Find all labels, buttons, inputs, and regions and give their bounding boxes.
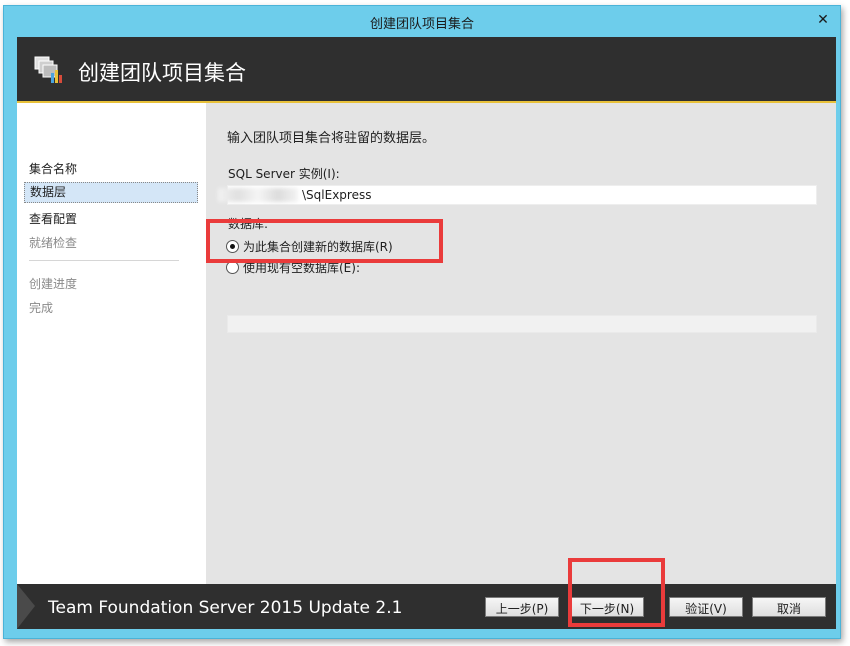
annotation-highlight-next: [568, 558, 665, 627]
dialog-window: 创建团队项目集合 ✕ 创建团队项目集合 集合名称 数据层 查看配置 就绪检查 创…: [3, 5, 841, 639]
close-icon: ✕: [817, 12, 829, 28]
nav-step-data-tier[interactable]: 数据层: [24, 182, 198, 203]
nav-step-progress: 创建进度: [29, 277, 78, 291]
collection-icon: [34, 56, 62, 83]
annotation-highlight-radio: [206, 219, 443, 263]
redacted-hostname: [218, 188, 298, 202]
verify-button[interactable]: 验证(V): [669, 597, 743, 617]
previous-button[interactable]: 上一步(P): [485, 597, 559, 617]
footer-arrow-icon: [17, 584, 35, 629]
close-button[interactable]: ✕: [810, 10, 836, 30]
nav-step-complete: 完成: [29, 301, 54, 315]
cancel-button[interactable]: 取消: [752, 597, 826, 617]
content-pane: 输入团队项目集合将驻留的数据层。 SQL Server 实例(I): \SqlE…: [206, 103, 836, 584]
dialog-footer: Team Foundation Server 2015 Update 2.1 上…: [17, 584, 836, 629]
page-heading: 输入团队项目集合将驻留的数据层。: [227, 131, 436, 146]
dialog-client: 创建团队项目集合 集合名称 数据层 查看配置 就绪检查 创建进度 完成 输入团队…: [17, 37, 836, 629]
nav-step-readiness: 就绪检查: [29, 236, 78, 250]
header-title: 创建团队项目集合: [78, 61, 246, 85]
dialog-header: 创建团队项目集合: [17, 37, 836, 103]
sql-instance-input[interactable]: \SqlExpress: [218, 185, 817, 205]
wizard-steps-nav: 集合名称 数据层 查看配置 就绪检查 创建进度 完成: [17, 103, 206, 584]
title-bar[interactable]: 创建团队项目集合 ✕: [4, 6, 840, 36]
nav-step-review[interactable]: 查看配置: [29, 210, 77, 227]
nav-divider: [29, 260, 179, 261]
existing-database-select: [227, 315, 817, 333]
sql-instance-value: \SqlExpress: [302, 188, 372, 202]
sql-instance-label: SQL Server 实例(I):: [228, 167, 340, 181]
product-name: Team Foundation Server 2015 Update 2.1: [48, 598, 403, 618]
nav-step-collection-name[interactable]: 集合名称: [29, 160, 77, 177]
window-title: 创建团队项目集合: [369, 17, 474, 32]
